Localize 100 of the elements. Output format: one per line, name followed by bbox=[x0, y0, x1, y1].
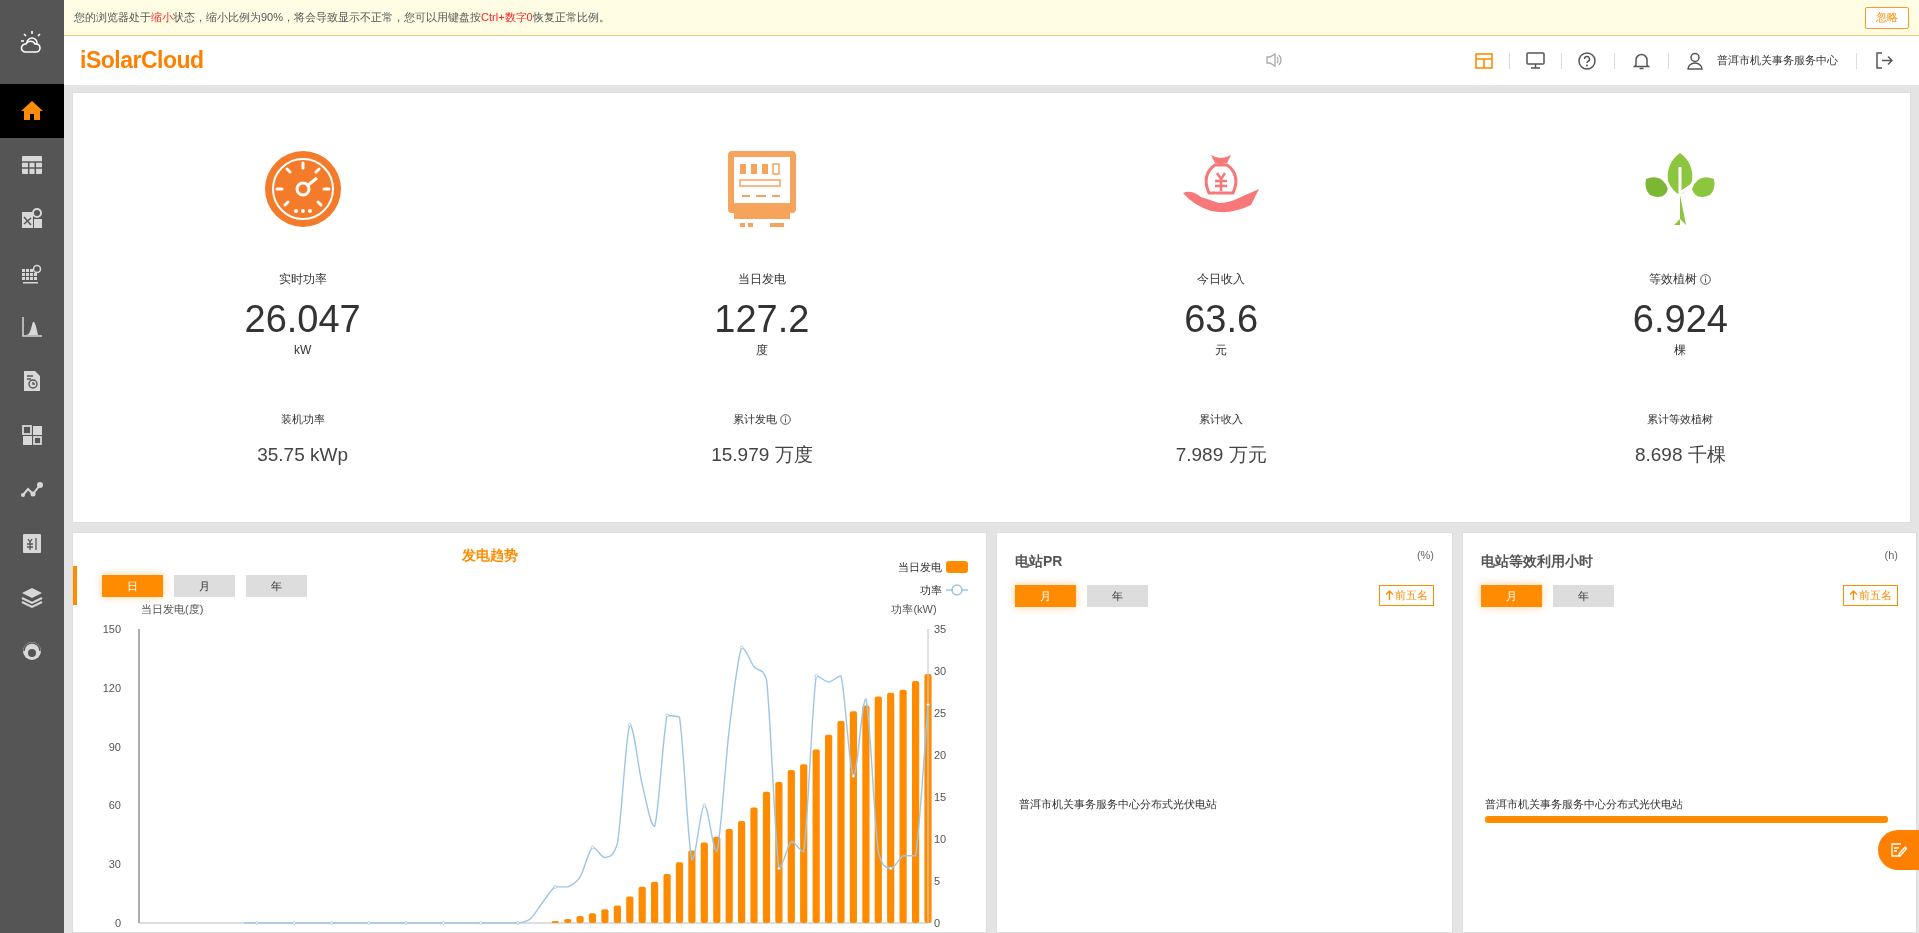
legend-swatch bbox=[946, 561, 968, 574]
data-point bbox=[851, 774, 856, 778]
stat-unit: 度 bbox=[755, 342, 768, 359]
bar bbox=[588, 913, 597, 923]
data-point bbox=[739, 645, 744, 650]
bar bbox=[675, 862, 684, 923]
edit-icon bbox=[1890, 843, 1907, 857]
tab-indicator bbox=[73, 566, 77, 605]
bar bbox=[601, 909, 609, 923]
bar bbox=[576, 916, 584, 923]
stat-unit: 棵 bbox=[1674, 342, 1687, 359]
legend-label: 功率 bbox=[920, 582, 942, 598]
tick-label: 5 bbox=[934, 875, 941, 887]
legend-label: 当日发电 bbox=[898, 560, 942, 575]
data-point bbox=[367, 921, 371, 925]
period-tab[interactable]: 日 bbox=[102, 575, 163, 597]
feedback-button[interactable] bbox=[1878, 830, 1919, 870]
data-point bbox=[926, 702, 930, 707]
tick-label: 60 bbox=[108, 799, 121, 812]
period-tab[interactable]: 月 bbox=[174, 575, 235, 597]
finance-icon bbox=[20, 531, 44, 555]
help-icon[interactable] bbox=[1578, 51, 1596, 70]
bell-icon[interactable] bbox=[1633, 51, 1650, 70]
tick-label: 0 bbox=[934, 917, 941, 929]
bar bbox=[651, 881, 659, 923]
stat-value: 127.2 bbox=[714, 299, 810, 339]
data-point bbox=[255, 921, 259, 925]
unit-label: (h) bbox=[1884, 548, 1898, 563]
tick-label: 150 bbox=[102, 623, 121, 635]
user-icon[interactable] bbox=[1687, 51, 1703, 70]
total-value: 15.979 万度 bbox=[711, 443, 813, 467]
axis-title: 当日发电(度) bbox=[141, 603, 204, 615]
data-point bbox=[628, 723, 632, 727]
user-name[interactable]: 普洱市机关事务服务中心 bbox=[1717, 52, 1838, 69]
tiles-icon bbox=[20, 423, 44, 447]
station-name: 普洱市机关事务服务中心分布式光伏电站 bbox=[1485, 797, 1684, 812]
up-arrow-icon bbox=[1385, 590, 1394, 601]
table-icon bbox=[20, 153, 44, 177]
tick-label: 35 bbox=[934, 623, 947, 635]
dismiss-button[interactable]: 忽略 bbox=[1865, 6, 1909, 29]
tick-label: 90 bbox=[108, 740, 121, 753]
stat-value: 6.924 bbox=[1632, 299, 1728, 339]
curve-icon bbox=[20, 315, 44, 339]
layers-icon bbox=[20, 585, 44, 609]
monitor-icon[interactable] bbox=[1526, 52, 1545, 69]
data-point bbox=[777, 866, 781, 871]
bar bbox=[663, 874, 671, 923]
stat-label: 实时功率 bbox=[278, 271, 327, 288]
total-value: 7.989 万元 bbox=[1175, 443, 1267, 467]
total-value: 35.75 kWp bbox=[257, 443, 349, 467]
info-icon[interactable] bbox=[779, 413, 791, 425]
total-label: 累计发电 bbox=[732, 411, 777, 427]
nav-item[interactable] bbox=[0, 84, 64, 138]
top-five-button[interactable]: 前五名 bbox=[1843, 585, 1898, 606]
data-point bbox=[404, 921, 408, 925]
legend-swatch bbox=[946, 583, 968, 596]
tick-label: 20 bbox=[934, 749, 947, 761]
stat-unit: 元 bbox=[1215, 342, 1228, 359]
total-label: 装机功率 bbox=[280, 411, 325, 427]
logout-icon[interactable] bbox=[1875, 52, 1893, 69]
data-point bbox=[329, 921, 334, 925]
home-icon bbox=[20, 99, 44, 123]
data-point bbox=[516, 921, 520, 925]
tick-label: 15 bbox=[934, 791, 947, 803]
data-point bbox=[665, 713, 669, 718]
tick-label: 30 bbox=[108, 858, 121, 871]
data-point bbox=[590, 845, 595, 850]
logo[interactable]: iSolarCloud bbox=[80, 43, 204, 78]
notice-text: 您的浏览器处于缩小状态，缩小比例为90%，将会导致显示不正常，您可以用键盘按Ctrl+数字0恢复正常比例。 bbox=[74, 10, 610, 26]
axis-title: 功率(kW) bbox=[891, 603, 937, 615]
data-point bbox=[888, 866, 893, 871]
data-point bbox=[292, 921, 297, 925]
period-tab[interactable]: 月 bbox=[1015, 585, 1076, 607]
stat-unit: kW bbox=[293, 342, 312, 359]
stat-value: 63.6 bbox=[1184, 299, 1259, 339]
bar bbox=[638, 886, 646, 923]
period-tab[interactable]: 年 bbox=[1553, 585, 1614, 607]
tick-label: 25 bbox=[934, 707, 947, 719]
panel-title: 电站PR bbox=[1015, 552, 1063, 571]
data-point bbox=[478, 921, 483, 925]
total-label: 累计收入 bbox=[1199, 411, 1244, 427]
data-point bbox=[702, 803, 707, 808]
tick-label: 0 bbox=[114, 917, 121, 929]
period-tab[interactable]: 年 bbox=[246, 575, 307, 597]
service-icon bbox=[20, 639, 44, 663]
period-tab[interactable]: 月 bbox=[1481, 585, 1542, 607]
station-name: 普洱市机关事务服务中心分布式光伏电站 bbox=[1019, 797, 1218, 812]
gauge-icon bbox=[262, 149, 343, 229]
period-tab[interactable]: 年 bbox=[1087, 585, 1148, 607]
top-five-button[interactable]: 前五名 bbox=[1379, 585, 1434, 606]
stat-label: 今日收入 bbox=[1197, 271, 1246, 288]
stat-label: 等效植树 bbox=[1649, 271, 1698, 288]
map-icon bbox=[20, 207, 44, 231]
tick-label: 30 bbox=[934, 665, 947, 677]
up-arrow-icon bbox=[1849, 590, 1858, 601]
bar bbox=[626, 896, 634, 923]
info-icon[interactable] bbox=[1700, 273, 1712, 285]
total-value: 8.698 千棵 bbox=[1634, 443, 1726, 467]
unit-label: (%) bbox=[1416, 548, 1434, 563]
data-point bbox=[814, 674, 818, 678]
